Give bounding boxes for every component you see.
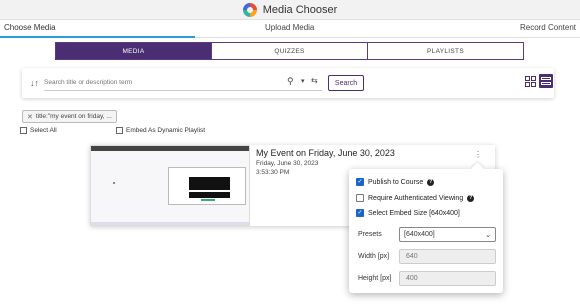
presets-value: [640x400] [404,231,435,238]
filter-chip-label: title:"my event on friday, ... [35,113,112,120]
embed-playlist-label: Embed As Dynamic Playlist [126,127,206,134]
checkbox-icon[interactable] [20,127,27,134]
tab-quizzes[interactable]: QUIZZES [212,43,368,59]
tab-playlists[interactable]: PLAYLISTS [368,43,523,59]
height-label: Height [px] [358,275,392,282]
presets-label: Presets [358,231,382,238]
publish-label: Publish to Course [368,178,424,186]
media-date: Friday, June 30, 2023 [256,160,319,167]
width-value: 640 [406,253,418,260]
help-icon[interactable]: ? [427,178,435,186]
checkbox-checked-icon[interactable]: ✓ [356,209,364,217]
checkbox-icon[interactable] [116,127,123,134]
active-tab-indicator [0,36,195,38]
width-field: 640 [399,249,496,264]
tab-divider [195,37,580,38]
require-auth-option[interactable]: Require Authenticated Viewing ? [356,194,475,202]
require-auth-label: Require Authenticated Viewing [368,194,464,202]
tab-record-content[interactable]: Record Content [520,23,576,32]
presets-select[interactable]: [640x400] ⌄ [399,227,496,242]
help-icon[interactable]: ? [467,194,475,202]
height-value: 400 [406,275,418,282]
sort-icon[interactable]: ↓↑ [30,78,39,88]
embed-playlist-checkbox[interactable]: Embed As Dynamic Playlist [116,127,205,134]
media-title[interactable]: My Event on Friday, June 30, 2023 [256,148,395,158]
filter-icon[interactable]: ⇆ [311,76,318,85]
filter-chip[interactable]: ✕ title:"my event on friday, ... [22,110,117,123]
search-panel: ↓↑ ⚲ ▾ ⇆ Search [22,68,554,98]
chevron-down-icon: ⌄ [485,232,491,239]
title-bar: Media Chooser [0,0,580,20]
select-all-checkbox[interactable]: Select All [20,127,57,134]
checkbox-icon[interactable] [356,194,364,202]
width-label: Width [px] [358,253,390,260]
embed-size-label: Select Embed Size [640x400] [368,209,460,217]
media-time: 3:53:30 PM [256,169,290,176]
search-icon[interactable]: ⚲ [287,76,294,87]
more-options-icon[interactable]: ⋮ [474,150,482,159]
media-thumbnail[interactable] [90,145,250,226]
close-icon[interactable]: ✕ [27,113,33,121]
grid-view-icon[interactable] [525,76,536,87]
app-title: Media Chooser [262,3,338,16]
publish-option[interactable]: ✓ Publish to Course ? [356,178,435,186]
embed-size-option[interactable]: ✓ Select Embed Size [640x400] [356,209,460,217]
embed-options-popover: ✓ Publish to Course ? Require Authentica… [349,169,503,293]
search-input[interactable] [44,75,322,91]
search-button[interactable]: Search [328,75,364,91]
tab-media[interactable]: MEDIA [56,43,212,59]
tab-choose-media[interactable]: Choose Media [4,23,56,32]
list-view-icon[interactable] [539,74,553,88]
chevron-down-icon[interactable]: ▾ [301,77,305,85]
media-chooser-page: Media Chooser Choose Media Upload Media … [0,0,580,307]
app-logo-icon [242,2,257,17]
segment-tabs: MEDIA QUIZZES PLAYLISTS [55,42,524,60]
select-all-label: Select All [30,127,57,134]
tab-upload-media[interactable]: Upload Media [265,23,314,32]
checkbox-checked-icon[interactable]: ✓ [356,178,364,186]
height-field: 400 [399,271,496,286]
